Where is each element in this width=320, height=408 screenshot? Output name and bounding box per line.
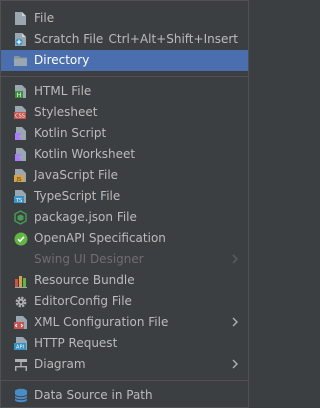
menu-item-label: Directory <box>34 53 90 67</box>
menu-item-label: Scratch File <box>34 32 104 46</box>
menu-item-directory[interactable]: Directory <box>1 50 248 71</box>
menu-item-label: package.json File <box>34 210 137 224</box>
menu-item-javascript-file[interactable]: JS JavaScript File <box>1 165 248 186</box>
menu-item-label: Swing UI Designer <box>34 252 144 266</box>
menu-item-label: TypeScript File <box>34 189 121 203</box>
menu-item-kotlin-worksheet[interactable]: Kotlin Worksheet <box>1 144 248 165</box>
menu-separator <box>1 380 248 381</box>
svg-text:H: H <box>17 92 22 99</box>
menu-item-xml-configuration-file[interactable]: XML Configuration File <box>1 312 248 333</box>
resource-bundle-icon <box>13 273 28 288</box>
svg-text:CSS: CSS <box>15 114 25 120</box>
menu-item-label: Data Source in Path <box>34 388 153 402</box>
menu-item-typescript-file[interactable]: TS TypeScript File <box>1 186 248 207</box>
menu-item-openapi-specification[interactable]: OpenAPI Specification <box>1 228 248 249</box>
menu-item-label: OpenAPI Specification <box>34 231 166 245</box>
typescript-file-icon: TS <box>13 189 28 204</box>
menu-item-resource-bundle[interactable]: Resource Bundle <box>1 270 248 291</box>
menu-item-label: XML Configuration File <box>34 315 169 329</box>
submenu-arrow-icon <box>232 254 238 264</box>
submenu-arrow-icon <box>232 359 238 369</box>
menu-item-file[interactable]: File <box>1 8 248 29</box>
menu-item-diagram[interactable]: Diagram <box>1 354 248 375</box>
menu-item-data-source-in-path[interactable]: Data Source in Path <box>1 385 248 406</box>
menu-separator <box>1 76 248 77</box>
package-json-icon <box>13 210 28 225</box>
menu-item-label: Resource Bundle <box>34 273 135 287</box>
menu-item-stylesheet[interactable]: CSS Stylesheet <box>1 102 248 123</box>
menu-item-package-json[interactable]: package.json File <box>1 207 248 228</box>
file-icon <box>13 11 28 26</box>
http-request-icon: API <box>13 336 28 351</box>
html-file-icon: H <box>13 84 28 99</box>
menu-item-label: HTML File <box>34 84 92 98</box>
svg-text:API: API <box>16 345 24 351</box>
scratch-file-icon <box>13 32 28 47</box>
javascript-file-icon: JS <box>13 168 28 183</box>
menu-item-label: Kotlin Worksheet <box>34 147 136 161</box>
menu-item-html-file[interactable]: H HTML File <box>1 81 248 102</box>
xml-file-icon <box>13 315 28 330</box>
editorconfig-gear-icon <box>13 294 28 309</box>
kotlin-script-icon <box>13 126 28 141</box>
menu-item-label: Diagram <box>34 357 86 371</box>
menu-item-scratch-file[interactable]: Scratch File Ctrl+Alt+Shift+Insert <box>1 29 248 50</box>
kotlin-worksheet-icon <box>13 147 28 162</box>
diagram-icon <box>13 357 28 372</box>
css-file-icon: CSS <box>13 105 28 120</box>
openapi-icon <box>13 231 28 246</box>
menu-item-label: Kotlin Script <box>34 126 107 140</box>
keyboard-shortcut: Ctrl+Alt+Shift+Insert <box>108 32 238 46</box>
menu-item-label: File <box>34 11 55 25</box>
folder-icon <box>13 53 28 68</box>
menu-item-label: EditorConfig File <box>34 294 132 308</box>
menu-item-swing-ui-designer[interactable]: Swing UI Designer <box>1 249 248 270</box>
svg-text:JS: JS <box>15 177 22 183</box>
menu-item-kotlin-script[interactable]: Kotlin Script <box>1 123 248 144</box>
svg-text:TS: TS <box>15 198 23 204</box>
new-file-popup-menu: File Scratch File Ctrl+Alt+Shift+Insert … <box>0 0 249 408</box>
submenu-arrow-icon <box>232 317 238 327</box>
menu-item-http-request[interactable]: API HTTP Request <box>1 333 248 354</box>
menu-item-editorconfig-file[interactable]: EditorConfig File <box>1 291 248 312</box>
menu-item-label: Stylesheet <box>34 105 98 119</box>
database-icon <box>13 388 28 403</box>
menu-item-label: HTTP Request <box>34 336 118 350</box>
menu-item-label: JavaScript File <box>34 168 119 182</box>
